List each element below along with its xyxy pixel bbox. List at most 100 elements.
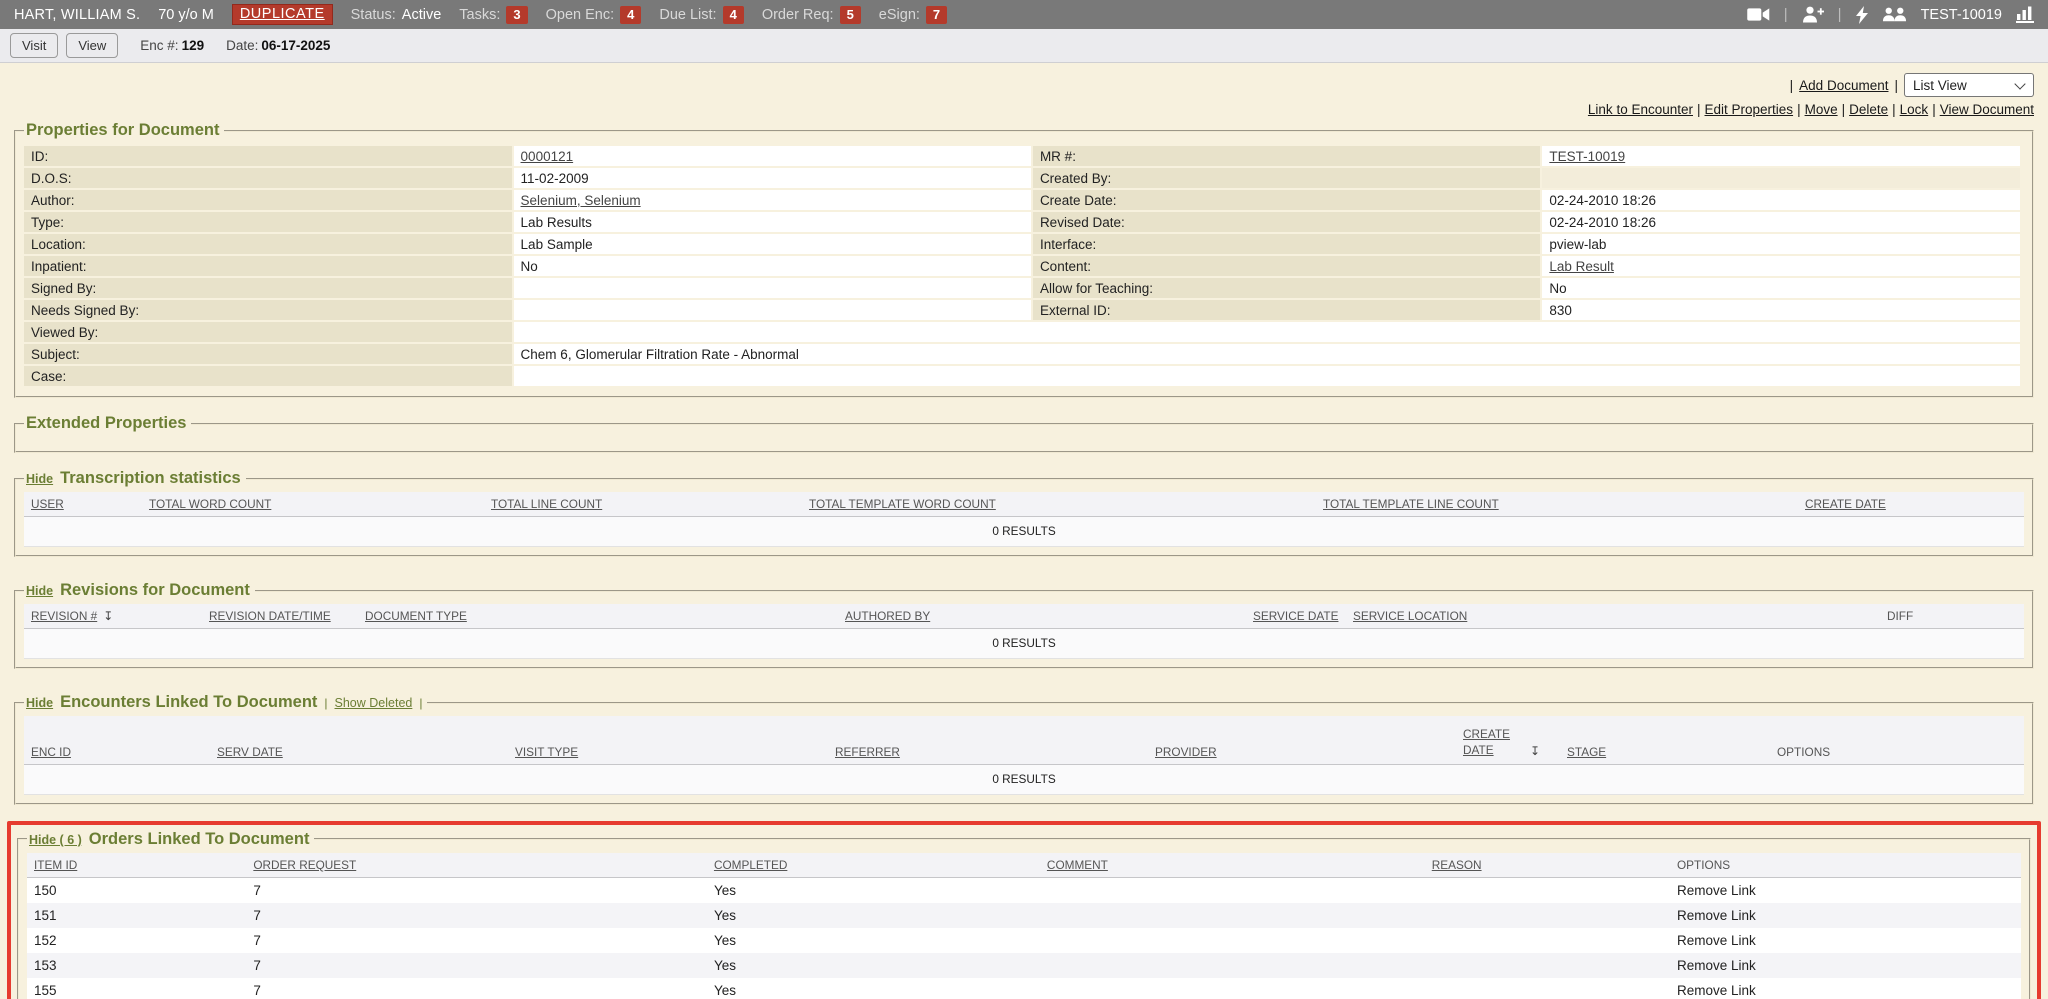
total-template-line-count-header[interactable]: TOTAL TEMPLATE LINE COUNT bbox=[1323, 497, 1499, 511]
account-id-link[interactable]: TEST-10019 bbox=[1921, 7, 2002, 23]
reason-value bbox=[1425, 953, 1670, 978]
total-template-word-count-header[interactable]: TOTAL TEMPLATE WORD COUNT bbox=[809, 497, 996, 511]
orders-linked-section: Hide ( 6 ) Orders Linked To Document ITE… bbox=[17, 830, 2031, 999]
order-req-count-badge[interactable]: 5 bbox=[840, 6, 861, 24]
type-value: Lab Results bbox=[514, 212, 1031, 232]
author-link[interactable]: Selenium, Selenium bbox=[521, 193, 641, 208]
remove-link[interactable]: Remove Link bbox=[1670, 953, 2021, 978]
encounters-hide-link[interactable]: Hide bbox=[26, 696, 53, 710]
revision-datetime-header[interactable]: REVISION DATE/TIME bbox=[209, 609, 331, 623]
completed-value: Yes bbox=[707, 953, 1040, 978]
separator: | bbox=[1842, 102, 1846, 117]
create-date-column-header[interactable]: CREATE DATE bbox=[1805, 497, 1886, 511]
orders-table: ITEM ID ORDER REQUEST COMPLETED COMMENT … bbox=[27, 853, 2021, 999]
patient-name[interactable]: HART, WILLIAM S. bbox=[14, 7, 140, 23]
users-icon[interactable] bbox=[1882, 7, 1907, 22]
authored-by-header[interactable]: AUTHORED BY bbox=[845, 609, 930, 623]
revisions-hide-link[interactable]: Hide bbox=[26, 584, 53, 598]
document-id-link[interactable]: 0000121 bbox=[521, 149, 574, 164]
enc-id-header[interactable]: ENC ID bbox=[31, 745, 71, 759]
revisions-table: REVISION # ↧ REVISION DATE/TIME DOCUMENT … bbox=[24, 604, 2024, 659]
visit-type-header[interactable]: VISIT TYPE bbox=[515, 745, 578, 759]
create-date-header-line2[interactable]: DATE bbox=[1463, 743, 1510, 759]
delete-link[interactable]: Delete bbox=[1849, 102, 1888, 117]
revision-number-header[interactable]: REVISION # bbox=[31, 609, 97, 623]
comment-header[interactable]: COMMENT bbox=[1047, 858, 1108, 872]
transcription-header-row: USER TOTAL WORD COUNT TOTAL LINE COUNT T… bbox=[24, 492, 2024, 517]
serv-date-header[interactable]: SERV DATE bbox=[217, 745, 283, 759]
revisions-header-row: REVISION # ↧ REVISION DATE/TIME DOCUMENT … bbox=[24, 604, 2024, 629]
status-field: Status: Active bbox=[351, 7, 442, 23]
video-camera-icon[interactable] bbox=[1747, 7, 1770, 22]
service-date-header[interactable]: SERVICE DATE bbox=[1253, 609, 1338, 623]
comment-value bbox=[1040, 928, 1425, 953]
created-by-label: Created By: bbox=[1033, 168, 1540, 188]
mr-number-link[interactable]: TEST-10019 bbox=[1549, 149, 1625, 164]
enc-date-value: 06-17-2025 bbox=[261, 38, 330, 53]
esign-count-badge[interactable]: 7 bbox=[926, 6, 947, 24]
separator: | bbox=[1892, 102, 1896, 117]
visit-button[interactable]: Visit bbox=[10, 33, 58, 58]
signed-by-value bbox=[514, 278, 1031, 298]
due-list-count-badge[interactable]: 4 bbox=[723, 6, 744, 24]
open-enc-count-badge[interactable]: 4 bbox=[620, 6, 641, 24]
remove-link[interactable]: Remove Link bbox=[1670, 978, 2021, 999]
person-add-icon[interactable] bbox=[1802, 6, 1824, 23]
patient-bar-tools: | | TEST-10019 bbox=[1747, 6, 2034, 24]
revisions-title: Revisions for Document bbox=[60, 581, 250, 600]
provider-header[interactable]: PROVIDER bbox=[1155, 745, 1217, 759]
orders-hide-link[interactable]: Hide ( 6 ) bbox=[29, 833, 82, 847]
property-row: Author: Selenium, Selenium Create Date: … bbox=[24, 190, 2020, 210]
document-type-header[interactable]: DOCUMENT TYPE bbox=[365, 609, 467, 623]
order-request-header[interactable]: ORDER REQUEST bbox=[253, 858, 356, 872]
lock-link[interactable]: Lock bbox=[1900, 102, 1929, 117]
comment-value bbox=[1040, 978, 1425, 999]
duplicate-flag-link[interactable]: DUPLICATE bbox=[232, 4, 333, 25]
total-line-count-header[interactable]: TOTAL LINE COUNT bbox=[491, 497, 602, 511]
completed-header[interactable]: COMPLETED bbox=[714, 858, 787, 872]
encounters-title: Encounters Linked To Document bbox=[60, 693, 317, 712]
move-link[interactable]: Move bbox=[1805, 102, 1838, 117]
view-document-link[interactable]: View Document bbox=[1940, 102, 2034, 117]
referrer-header[interactable]: REFERRER bbox=[835, 745, 900, 759]
view-button[interactable]: View bbox=[66, 33, 118, 58]
tasks-count-badge[interactable]: 3 bbox=[506, 6, 527, 24]
lightning-bolt-icon[interactable] bbox=[1856, 6, 1868, 24]
property-row: Needs Signed By: External ID: 830 bbox=[24, 300, 2020, 320]
status-value: Active bbox=[402, 7, 442, 23]
transcription-title: Transcription statistics bbox=[60, 469, 241, 488]
sort-descending-icon[interactable]: ↧ bbox=[1530, 744, 1540, 758]
content-link[interactable]: Lab Result bbox=[1549, 259, 1614, 274]
case-label: Case: bbox=[24, 366, 512, 386]
property-row: Location: Lab Sample Interface: pview-la… bbox=[24, 234, 2020, 254]
external-id-value: 830 bbox=[1542, 300, 2020, 320]
separator: | bbox=[1784, 6, 1788, 23]
link-to-encounter-link[interactable]: Link to Encounter bbox=[1588, 102, 1693, 117]
status-label: Status: bbox=[351, 7, 396, 23]
remove-link[interactable]: Remove Link bbox=[1670, 878, 2021, 903]
property-row: Inpatient: No Content: Lab Result bbox=[24, 256, 2020, 276]
service-location-header[interactable]: SERVICE LOCATION bbox=[1353, 609, 1467, 623]
show-deleted-link[interactable]: Show Deleted bbox=[335, 696, 413, 710]
due-list-counter: Due List: 4 bbox=[659, 6, 743, 24]
viewed-by-value bbox=[514, 322, 2020, 342]
reason-header[interactable]: REASON bbox=[1432, 858, 1482, 872]
total-word-count-header[interactable]: TOTAL WORD COUNT bbox=[149, 497, 271, 511]
transcription-hide-link[interactable]: Hide bbox=[26, 472, 53, 486]
esign-counter: eSign: 7 bbox=[879, 6, 947, 24]
add-document-link[interactable]: Add Document bbox=[1799, 78, 1888, 93]
item-id-header[interactable]: ITEM ID bbox=[34, 858, 77, 872]
remove-link[interactable]: Remove Link bbox=[1670, 903, 2021, 928]
edit-properties-link[interactable]: Edit Properties bbox=[1705, 102, 1794, 117]
user-column-header[interactable]: USER bbox=[31, 497, 64, 511]
bar-chart-icon[interactable] bbox=[2016, 6, 2034, 23]
stage-header[interactable]: STAGE bbox=[1567, 745, 1606, 759]
sort-descending-icon[interactable]: ↧ bbox=[103, 609, 113, 623]
view-mode-select[interactable]: List View bbox=[1904, 73, 2034, 97]
dos-label: D.O.S: bbox=[24, 168, 512, 188]
create-date-header-line1[interactable]: CREATE bbox=[1463, 727, 1510, 743]
item-id-value: 151 bbox=[27, 903, 246, 928]
revisions-results-row: 0 RESULTS bbox=[24, 629, 2024, 659]
remove-link[interactable]: Remove Link bbox=[1670, 928, 2021, 953]
reason-value bbox=[1425, 928, 1670, 953]
